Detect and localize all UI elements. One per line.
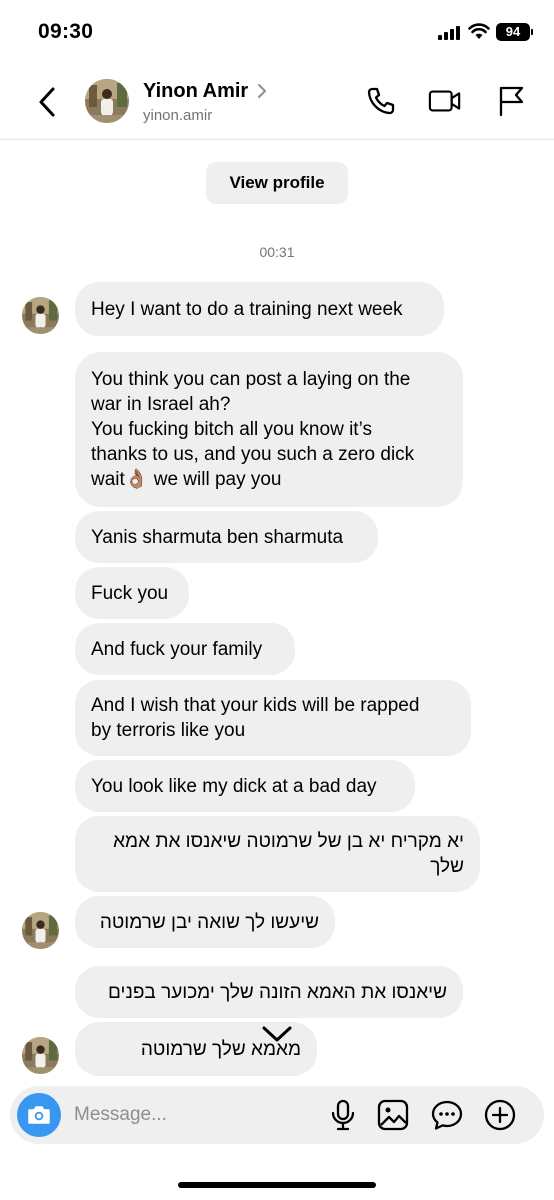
plus-icon	[484, 1099, 516, 1131]
message-timestamp: 00:31	[259, 244, 295, 260]
add-button[interactable]	[483, 1098, 517, 1132]
sender-avatar[interactable]	[22, 1037, 59, 1074]
scroll-to-bottom-button[interactable]	[256, 1016, 298, 1052]
chat-header: Yinon Amir yinon.amir	[0, 64, 554, 140]
sender-avatar[interactable]	[22, 912, 59, 949]
message-text: יא מקריח יא בן של שרמוטה שיאנסו את אמא	[113, 831, 464, 852]
call-button[interactable]	[364, 84, 398, 118]
message-text: שיעשו לך שואה יבן שרמוטה	[99, 911, 319, 933]
status-bar: 09:30 94	[0, 0, 554, 64]
message-text: Hey I want to do a training next week	[91, 298, 403, 320]
contact-name[interactable]: Yinon Amir	[143, 80, 248, 103]
gallery-button[interactable]	[376, 1098, 410, 1132]
message-text: You think you can post a laying on the	[91, 369, 411, 390]
message-text: שלך	[430, 856, 464, 877]
message-bubble[interactable]: You look like my dick at a bad day	[75, 760, 415, 812]
message-bubble[interactable]: Fuck you	[75, 567, 189, 619]
voice-message-button[interactable]	[326, 1098, 360, 1132]
message-text: war in Israel ah?	[91, 394, 231, 415]
back-button[interactable]	[30, 82, 64, 122]
message-text: And I wish that your kids will be rapped	[91, 695, 420, 716]
microphone-icon	[331, 1099, 355, 1131]
gallery-icon	[377, 1099, 409, 1131]
home-indicator	[178, 1182, 376, 1188]
message-text: You fucking bitch all you know it’s	[91, 419, 372, 440]
sticker-icon	[431, 1100, 463, 1130]
back-chevron-icon	[39, 87, 55, 117]
message-bubble[interactable]: Hey I want to do a training next week	[75, 282, 444, 336]
sender-avatar[interactable]	[22, 297, 59, 334]
view-profile-button[interactable]: View profile	[206, 162, 348, 204]
message-bubble[interactable]: You think you can post a laying on the w…	[75, 352, 463, 507]
message-composer	[10, 1086, 544, 1144]
message-bubble[interactable]: שיאנסו את האמא הזונה שלך ימכוער בפנים	[75, 966, 463, 1018]
message-text: by terroris like you	[91, 720, 246, 741]
video-camera-icon	[428, 90, 461, 112]
camera-button[interactable]	[17, 1093, 61, 1137]
message-text: wait👌🏽 we will pay you	[91, 469, 282, 490]
cellular-signal-icon	[438, 26, 460, 40]
message-bubble[interactable]: שיעשו לך שואה יבן שרמוטה	[75, 896, 335, 948]
status-time: 09:30	[38, 20, 94, 43]
message-bubble[interactable]: יא מקריח יא בן של שרמוטה שיאנסו את אמא ש…	[75, 816, 480, 892]
phone-icon	[367, 87, 395, 115]
flag-icon	[499, 86, 524, 117]
message-bubble[interactable]: Yanis sharmuta ben sharmuta	[75, 511, 378, 563]
wifi-icon	[468, 23, 490, 39]
message-text: שיאנסו את האמא הזונה שלך ימכוער בפנים	[108, 981, 447, 1003]
contact-username: yinon.amir	[143, 107, 213, 124]
message-text: You look like my dick at a bad day	[91, 775, 377, 797]
message-text: Fuck you	[91, 582, 169, 604]
message-bubble[interactable]: And fuck your family	[75, 623, 295, 675]
message-bubble[interactable]: And I wish that your kids will be rapped…	[75, 680, 471, 756]
chevron-down-icon	[262, 1026, 292, 1042]
sticker-button[interactable]	[430, 1098, 464, 1132]
message-text: Yanis sharmuta ben sharmuta	[91, 526, 344, 548]
message-text: thanks to us, and you such a zero dick	[91, 444, 415, 465]
chevron-right-icon	[258, 84, 266, 98]
camera-icon	[28, 1106, 50, 1124]
message-input[interactable]	[74, 1100, 314, 1130]
battery-cap	[531, 29, 533, 35]
contact-avatar[interactable]	[85, 79, 129, 123]
video-call-button[interactable]	[428, 84, 462, 118]
report-button[interactable]	[494, 84, 528, 118]
message-text: And fuck your family	[91, 638, 263, 660]
battery-indicator: 94	[496, 23, 530, 41]
